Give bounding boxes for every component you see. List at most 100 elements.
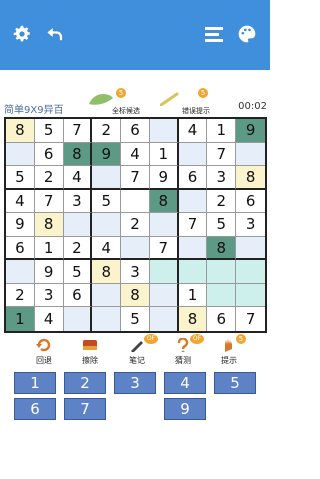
sudoku-cell[interactable]: 8 [34,213,64,237]
list-icon[interactable] [204,25,226,43]
sudoku-cell[interactable] [236,142,265,167]
sudoku-cell[interactable]: 1 [6,307,35,331]
sudoku-cell[interactable]: 9 [236,119,265,143]
sudoku-cell[interactable]: 6 [6,236,35,261]
palette-icon[interactable] [236,24,258,44]
error-hint-tool[interactable]: 5 错误提示 [160,88,220,116]
sudoku-cell[interactable] [178,236,208,261]
sudoku-cell[interactable]: 9 [6,213,35,237]
undo-arrow-icon[interactable] [44,24,66,44]
sudoku-cell[interactable]: 7 [149,236,179,261]
sudoku-cell[interactable]: 6 [207,307,237,331]
sudoku-cell[interactable]: 3 [207,166,237,190]
sudoku-cell[interactable]: 9 [34,260,64,284]
sudoku-cell[interactable]: 3 [63,189,93,214]
sudoku-cell[interactable]: 2 [63,236,93,261]
sudoku-cell[interactable]: 5 [6,166,35,190]
sudoku-cell[interactable]: 1 [149,142,179,167]
sudoku-cell[interactable]: 3 [34,283,64,308]
sudoku-cell[interactable]: 7 [236,307,265,331]
sudoku-cell[interactable]: 1 [207,119,237,143]
hint-button[interactable]: 5 提示 [209,334,249,368]
sudoku-cell[interactable] [63,307,93,331]
sudoku-cell[interactable]: 5 [63,260,93,284]
num-key-2[interactable]: 2 [64,372,106,394]
sudoku-cell[interactable] [236,260,265,284]
candidates-tool[interactable]: 5 全标候选 [88,88,152,116]
sudoku-cell[interactable]: 4 [6,189,35,214]
sudoku-cell[interactable] [149,260,179,284]
sudoku-cell[interactable]: 1 [34,236,64,261]
erase-button[interactable]: 擦除 [70,336,110,368]
guess-button[interactable]: OF 猜测 [163,334,204,368]
sudoku-cell[interactable] [6,260,35,284]
sudoku-cell[interactable]: 3 [236,213,265,237]
sudoku-cell[interactable]: 4 [92,236,122,261]
sudoku-cell[interactable] [178,189,208,214]
sudoku-cell[interactable]: 5 [34,119,64,143]
sudoku-cell[interactable]: 7 [34,189,64,214]
sudoku-cell[interactable] [121,236,150,261]
sudoku-cell[interactable] [236,283,265,308]
sudoku-cell[interactable]: 8 [149,189,179,214]
num-key-6[interactable]: 6 [14,398,56,420]
sudoku-cell[interactable]: 8 [236,166,265,190]
num-key-1[interactable]: 1 [14,372,56,394]
sudoku-cell[interactable]: 4 [121,142,150,167]
notes-button[interactable]: OF 笔记 [117,334,158,368]
sudoku-cell[interactable]: 2 [92,119,122,143]
sudoku-cell[interactable]: 9 [149,166,179,190]
num-key-4[interactable]: 4 [164,372,206,394]
sudoku-cell[interactable]: 4 [34,307,64,331]
sudoku-cell[interactable] [178,260,208,284]
sudoku-cell[interactable] [121,189,150,214]
sudoku-cell[interactable]: 5 [121,307,150,331]
sudoku-cell[interactable] [236,236,265,261]
sudoku-cell[interactable]: 8 [6,119,35,143]
num-key-3[interactable]: 3 [114,372,156,394]
sudoku-cell[interactable]: 7 [207,142,237,167]
sudoku-cell[interactable] [92,307,122,331]
gear-icon[interactable] [12,24,32,44]
sudoku-cell[interactable] [207,260,237,284]
sudoku-cell[interactable]: 8 [121,283,150,308]
sudoku-cell[interactable]: 8 [207,236,237,261]
sudoku-cell[interactable]: 2 [207,189,237,214]
sudoku-cell[interactable]: 8 [178,307,208,331]
undo-button[interactable]: 回退 [24,336,64,368]
sudoku-cell[interactable]: 3 [121,260,150,284]
sudoku-cell[interactable]: 6 [121,119,150,143]
sudoku-cell[interactable] [149,283,179,308]
num-key-9[interactable]: 9 [164,398,206,420]
sudoku-cell[interactable]: 6 [178,166,208,190]
sudoku-cell[interactable]: 6 [63,283,93,308]
sudoku-cell[interactable]: 7 [121,166,150,190]
sudoku-cell[interactable]: 8 [63,142,93,167]
sudoku-cell[interactable]: 7 [178,213,208,237]
sudoku-cell[interactable] [92,166,122,190]
sudoku-cell[interactable]: 5 [207,213,237,237]
sudoku-cell[interactable]: 4 [178,119,208,143]
sudoku-cell[interactable] [63,213,93,237]
sudoku-cell[interactable]: 1 [178,283,208,308]
sudoku-cell[interactable]: 7 [63,119,93,143]
sudoku-cell[interactable]: 6 [34,142,64,167]
sudoku-cell[interactable] [207,283,237,308]
sudoku-cell[interactable]: 2 [6,283,35,308]
sudoku-cell[interactable]: 4 [63,166,93,190]
sudoku-cell[interactable]: 9 [92,142,122,167]
sudoku-cell[interactable]: 5 [92,189,122,214]
sudoku-cell[interactable]: 6 [236,189,265,214]
sudoku-cell[interactable] [92,213,122,237]
sudoku-cell[interactable]: 2 [121,213,150,237]
sudoku-cell[interactable]: 2 [34,166,64,190]
sudoku-cell[interactable] [178,142,208,167]
sudoku-cell[interactable] [6,142,35,167]
num-key-5[interactable]: 5 [214,372,256,394]
sudoku-cell[interactable] [92,283,122,308]
num-key-7[interactable]: 7 [64,398,106,420]
sudoku-cell[interactable] [149,213,179,237]
sudoku-cell[interactable] [149,119,179,143]
sudoku-cell[interactable] [149,307,179,331]
sudoku-cell[interactable]: 8 [92,260,122,284]
